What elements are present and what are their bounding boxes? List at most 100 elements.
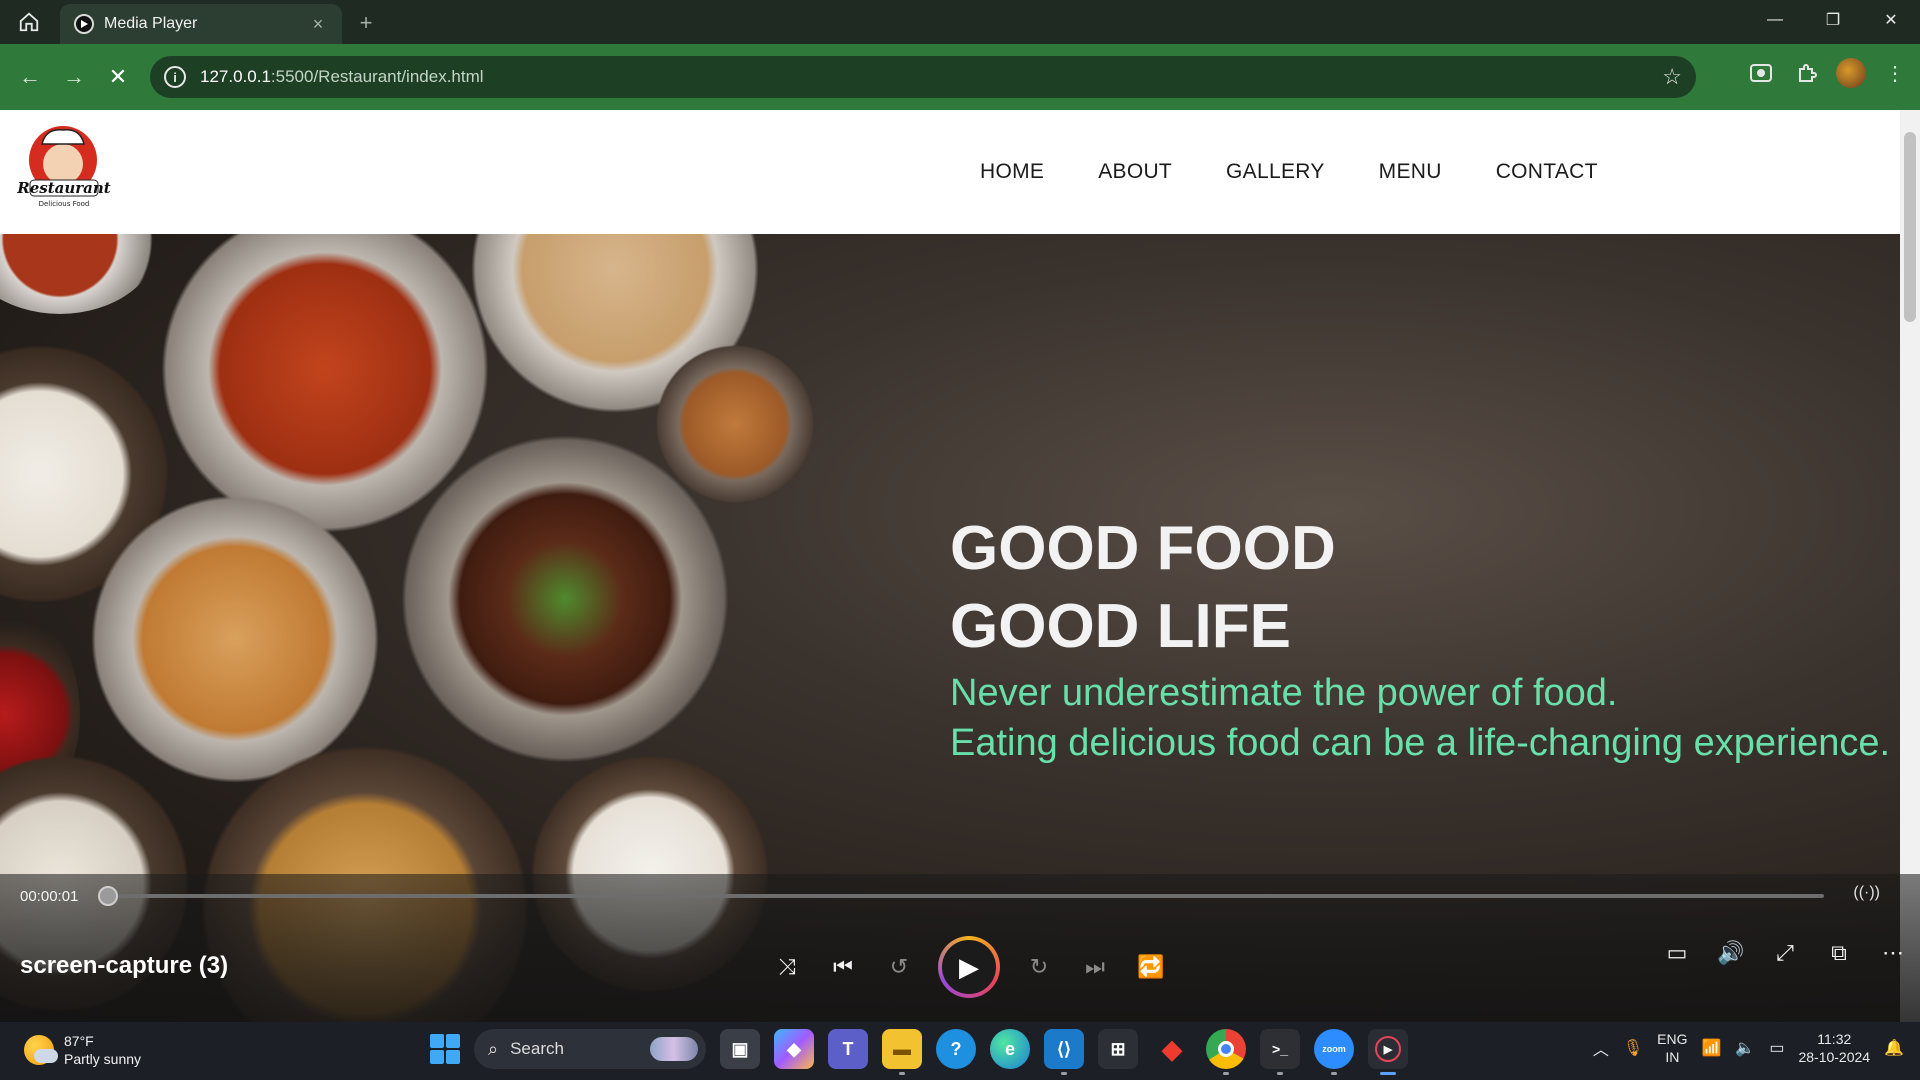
get-help-icon[interactable]: ? xyxy=(936,1029,976,1069)
url-host: 127.0.0.1 xyxy=(200,67,271,86)
nav-menu[interactable]: MENU xyxy=(1379,160,1442,184)
restaurant-logo[interactable]: Restaurant Delicious Food xyxy=(8,120,118,224)
search-label: Search xyxy=(510,1039,564,1058)
elapsed-time: 00:00:01 xyxy=(20,888,79,905)
screenshot-extension-icon[interactable] xyxy=(1744,56,1778,90)
search-highlight-icon xyxy=(650,1037,698,1061)
more-options-icon[interactable]: ⋯ xyxy=(1876,936,1910,970)
taskbar: 87°F Partly sunny ⌕ Search ▣ ◆ T ▬ ? e ⟨… xyxy=(0,1022,1920,1080)
home-button[interactable] xyxy=(0,0,58,44)
notifications-bell-icon[interactable]: 🔔 xyxy=(1884,1038,1904,1058)
site-info-icon[interactable]: i xyxy=(164,66,186,88)
file-explorer-icon[interactable]: ▬ xyxy=(882,1029,922,1075)
tab-title: Media Player xyxy=(104,15,198,32)
media-player-taskbar-icon[interactable]: ▶ xyxy=(1368,1029,1408,1075)
browser-tab[interactable]: Media Player × xyxy=(60,4,342,44)
weather-desc: Partly sunny xyxy=(64,1051,142,1067)
media-player-controls: 00:00:01 ((·)) screen-capture (3) ⤨ ⏮ ↺ … xyxy=(0,874,1920,1022)
clock-date: 28-10-2024 xyxy=(1798,1049,1871,1065)
food-bowl-fried-tofu xyxy=(90,494,380,784)
skip-back-10-icon[interactable]: ↺ xyxy=(882,950,916,984)
repeat-icon[interactable]: 🔁 xyxy=(1134,950,1168,984)
weather-temp: 87°F xyxy=(64,1033,94,1049)
browser-menu-icon[interactable]: ⋮ xyxy=(1878,56,1912,90)
back-button[interactable]: ← xyxy=(8,55,52,99)
hero-subtitle-line-2: Eating delicious food can be a life-chan… xyxy=(950,722,1891,764)
shuffle-icon[interactable]: ⤨ xyxy=(770,950,804,984)
nav-about[interactable]: ABOUT xyxy=(1098,160,1172,184)
main-nav: HOME ABOUT GALLERY MENU CONTACT xyxy=(980,160,1598,184)
food-bowl-kung-pao xyxy=(400,434,730,764)
mini-player-icon[interactable]: ⧉ xyxy=(1822,936,1856,970)
subtitles-icon[interactable]: ▭ xyxy=(1660,936,1694,970)
task-view-icon[interactable]: ▣ xyxy=(720,1029,760,1069)
browser-titlebar: Media Player × + — ❐ ✕ xyxy=(0,0,1920,44)
hero-title-line-1: GOOD FOOD xyxy=(950,514,1336,583)
fullscreen-icon[interactable]: ⤢ xyxy=(1768,936,1802,970)
playback-controls: ⤨ ⏮ ↺ ▶ ↻ ⏭ 🔁 xyxy=(770,936,1168,998)
restore-button[interactable]: ❐ xyxy=(1804,0,1862,40)
cast-icon[interactable]: ((·)) xyxy=(1853,884,1880,902)
tab-close-icon[interactable]: × xyxy=(308,14,328,35)
chrome-icon[interactable] xyxy=(1206,1029,1246,1075)
home-icon xyxy=(19,12,39,32)
seek-thumb[interactable] xyxy=(98,886,118,906)
input-language[interactable]: ENG IN xyxy=(1657,1030,1687,1066)
hero-text: GOOD FOOD GOOD LIFE Never underestimate … xyxy=(950,510,1890,766)
wifi-icon[interactable]: 📶 xyxy=(1701,1038,1721,1058)
minimize-button[interactable]: — xyxy=(1746,0,1804,40)
start-button[interactable] xyxy=(430,1034,460,1064)
browser-toolbar: ← → ✕ i 127.0.0.1:5500/Restaurant/index.… xyxy=(0,44,1920,110)
play-button[interactable]: ▶ xyxy=(938,936,1000,998)
hero-subtitle-line-1: Never underestimate the power of food. xyxy=(950,672,1618,714)
nav-home[interactable]: HOME xyxy=(980,160,1044,184)
url-text[interactable]: 127.0.0.1:5500/Restaurant/index.html xyxy=(200,67,1662,87)
terminal-icon[interactable]: >_ xyxy=(1260,1029,1300,1075)
seek-bar[interactable] xyxy=(100,894,1824,898)
extensions-puzzle-icon[interactable] xyxy=(1790,56,1824,90)
system-tray: ︿ 🎙 ENG IN 📶 🔈 ▭ 11:32 28-10-2024 🔔 xyxy=(1593,1030,1904,1066)
bookmark-star-icon[interactable]: ☆ xyxy=(1662,64,1682,90)
teams-icon[interactable]: T xyxy=(828,1029,868,1069)
anydesk-icon[interactable]: ◆ xyxy=(1152,1029,1192,1069)
weather-widget[interactable]: 87°F Partly sunny xyxy=(24,1032,141,1068)
forward-arrow-icon: → xyxy=(63,64,85,89)
lang-line-1: ENG xyxy=(1657,1031,1688,1047)
address-bar[interactable]: i 127.0.0.1:5500/Restaurant/index.html ☆ xyxy=(150,56,1696,98)
back-arrow-icon: ← xyxy=(19,64,41,89)
vscode-icon[interactable]: ⟨⟩ xyxy=(1044,1029,1084,1075)
battery-icon[interactable]: ▭ xyxy=(1769,1038,1784,1058)
taskbar-apps: ⌕ Search ▣ ◆ T ▬ ? e ⟨⟩ ⊞ ◆ >_ zoom ▶ xyxy=(430,1029,1408,1075)
toolbar-actions: ⋮ xyxy=(1744,56,1912,90)
skip-forward-30-icon[interactable]: ↻ xyxy=(1022,950,1056,984)
site-header: Restaurant Delicious Food HOME ABOUT GAL… xyxy=(0,110,1900,234)
partly-sunny-icon xyxy=(24,1035,58,1065)
microphone-icon[interactable]: 🎙 xyxy=(1623,1038,1643,1058)
volume-icon[interactable]: 🔊 xyxy=(1714,936,1748,970)
clock[interactable]: 11:32 28-10-2024 xyxy=(1798,1030,1870,1066)
stop-icon: ✕ xyxy=(108,64,128,89)
nav-gallery[interactable]: GALLERY xyxy=(1226,160,1325,184)
edge-icon[interactable]: e xyxy=(990,1029,1030,1069)
zoom-icon[interactable]: zoom xyxy=(1314,1029,1354,1075)
close-window-button[interactable]: ✕ xyxy=(1862,0,1920,40)
taskbar-search[interactable]: ⌕ Search xyxy=(474,1029,706,1069)
window-controls: — ❐ ✕ xyxy=(1746,0,1920,40)
scrollbar-thumb[interactable] xyxy=(1904,132,1916,322)
nav-contact[interactable]: CONTACT xyxy=(1496,160,1598,184)
logo-tagline: Delicious Food xyxy=(39,200,90,208)
player-options: ▭ 🔊 ⤢ ⧉ ⋯ xyxy=(1660,936,1910,970)
stop-loading-button[interactable]: ✕ xyxy=(96,55,140,99)
next-track-icon[interactable]: ⏭ xyxy=(1078,950,1112,984)
hero-title-line-2: GOOD LIFE xyxy=(950,592,1291,661)
previous-track-icon[interactable]: ⏮ xyxy=(826,950,860,984)
forward-button[interactable]: → xyxy=(52,55,96,99)
microsoft-store-icon[interactable]: ⊞ xyxy=(1098,1029,1138,1069)
lang-line-2: IN xyxy=(1665,1049,1680,1065)
new-tab-button[interactable]: + xyxy=(354,10,378,36)
show-hidden-icons-chevron-icon[interactable]: ︿ xyxy=(1593,1036,1609,1060)
speaker-icon[interactable]: 🔈 xyxy=(1735,1038,1755,1058)
profile-avatar[interactable] xyxy=(1836,58,1866,88)
copilot-icon[interactable]: ◆ xyxy=(774,1029,814,1069)
media-title: screen-capture (3) xyxy=(20,952,229,979)
